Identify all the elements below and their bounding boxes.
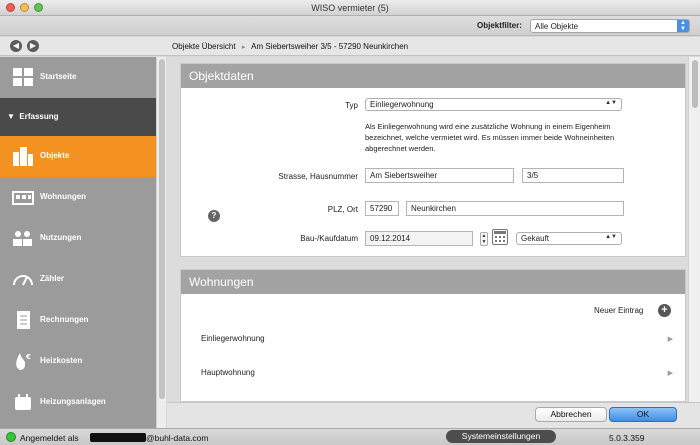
help-icon[interactable]: ? <box>208 210 220 222</box>
datum-input[interactable]: 09.12.2014 <box>365 231 473 246</box>
add-entry-icon[interactable]: + <box>658 304 671 317</box>
cancel-button[interactable]: Abbrechen <box>535 407 607 422</box>
breadcrumb-objects-overview[interactable]: Objekte Übersicht <box>172 42 236 51</box>
sidebar-item-label: Startseite <box>40 72 77 81</box>
ok-button[interactable]: OK <box>609 407 677 422</box>
sidebar-section-erfassung[interactable]: ▼ Erfassung <box>0 98 156 136</box>
select-arrows-icon: ▲▼ <box>605 100 617 106</box>
sidebar-scrollbar-thumb[interactable] <box>159 59 165 399</box>
select-arrows-icon: ▲▼ <box>677 20 689 32</box>
meter-icon <box>13 275 33 286</box>
user-domain: @buhl-data.com <box>146 433 209 443</box>
datum-stepper[interactable]: ▲ ▼ <box>480 232 488 246</box>
wohnungen-panel: Wohnungen Neuer Eintrag + Einliegerwohnu… <box>180 269 686 402</box>
sidebar-item-heizungsanlagen[interactable]: Heizungsanlagen <box>0 382 156 423</box>
calendar-grid-icon <box>494 231 506 242</box>
invoice-icon <box>17 311 30 329</box>
breadcrumb-separator-icon: ▸ <box>241 44 246 51</box>
sidebar-item-startseite[interactable]: Startseite <box>0 57 156 98</box>
status-bar: Angemeldet als @buhl-data.com Systemeins… <box>0 428 700 445</box>
main-scrollbar[interactable] <box>688 57 700 402</box>
forward-button[interactable]: ▶ <box>27 40 39 52</box>
typ-select[interactable]: Einliegerwohnung ▲▼ <box>365 98 622 111</box>
sidebar-item-heizkosten[interactable]: € Heizkosten <box>0 341 156 382</box>
list-item-label: Hauptwohnung <box>201 368 255 377</box>
object-filter-value: Alle Objekte <box>535 22 579 31</box>
list-item-label: Einliegerwohnung <box>201 334 265 343</box>
filter-bar: Objektfilter: Alle Objekte ▲ ▼ <box>0 16 700 36</box>
logged-in-label: Angemeldet als <box>20 433 79 443</box>
chevron-right-icon: ▶ <box>667 370 673 377</box>
sidebar-item-label: Rechnungen <box>40 315 89 324</box>
strasse-input[interactable]: Am Siebertsweiher <box>365 168 514 183</box>
object-filter-label: Objektfilter: <box>477 21 522 30</box>
list-item[interactable]: Einliegerwohnung ▶ <box>181 322 685 356</box>
sidebar-item-objekte[interactable]: Objekte <box>0 136 156 177</box>
chevron-right-icon: ▶ <box>667 336 673 343</box>
sidebar: Startseite ▼ Erfassung Objekte Wohnungen… <box>0 57 156 428</box>
sidebar-section-label: ▼ Erfassung <box>7 112 59 121</box>
plz-ort-label: PLZ, Ort <box>327 205 358 214</box>
title-bar: WISO vermieter (5) <box>0 0 700 16</box>
heater-icon <box>15 394 31 410</box>
sidebar-item-wohnungen[interactable]: Wohnungen <box>0 177 156 218</box>
sidebar-item-label: Zähler <box>40 274 65 283</box>
people-icon <box>13 231 32 246</box>
new-entry-label[interactable]: Neuer Eintrag <box>594 306 643 315</box>
panel-title: Wohnungen <box>181 270 685 294</box>
objektdaten-panel: Objektdaten Typ Einliegerwohnung ▲▼ Als … <box>180 63 686 257</box>
back-button[interactable]: ◀ <box>10 40 22 52</box>
erwerbsart-select-value: Gekauft <box>521 234 550 243</box>
object-filter-select[interactable]: Alle Objekte ▲ ▼ <box>530 19 690 33</box>
flame-euro-icon: € <box>16 353 31 370</box>
calendar-icon[interactable] <box>492 229 508 245</box>
sidebar-item-label: Objekte <box>40 151 70 160</box>
sidebar-item-rechnungen[interactable]: Rechnungen <box>0 300 156 341</box>
redacted-username <box>90 433 146 442</box>
version-label: 5.0.3.359 <box>609 433 645 443</box>
strasse-label: Strasse, Hausnummer <box>278 172 358 181</box>
sidebar-item-nutzungen[interactable]: Nutzungen <box>0 218 156 259</box>
typ-select-value: Einliegerwohnung <box>370 100 434 109</box>
dialog-button-bar: Abbrechen OK <box>167 402 700 428</box>
panel-title: Objektdaten <box>181 64 685 88</box>
dashboard-icon <box>13 68 33 86</box>
sidebar-item-label: Heizungsanlagen <box>40 397 106 406</box>
erwerbsart-select[interactable]: Gekauft ▲▼ <box>516 232 622 245</box>
system-settings-button[interactable]: Systemeinstellungen <box>446 430 556 443</box>
list-item[interactable]: Hauptwohnung ▶ <box>181 356 685 390</box>
apartment-icon <box>12 191 34 205</box>
buildings-icon <box>13 147 33 166</box>
breadcrumb-current-object: Am Siebertsweiher 3/5 - 57290 Neunkirche… <box>251 42 409 51</box>
window-title: WISO vermieter (5) <box>311 3 389 13</box>
sidebar-item-label: Heizkosten <box>40 356 83 365</box>
sidebar-scrollbar[interactable] <box>156 57 166 428</box>
sidebar-item-zaehler[interactable]: Zähler <box>0 259 156 300</box>
bau-kaufdatum-label: Bau-/Kaufdatum <box>300 234 358 243</box>
ort-input[interactable]: Neunkirchen <box>406 201 624 216</box>
hausnummer-input[interactable]: 3/5 <box>522 168 624 183</box>
breadcrumb: Objekte Übersicht ▸ Am Siebertsweiher 3/… <box>172 42 408 51</box>
sidebar-item-label: Wohnungen <box>40 192 87 201</box>
typ-description: Als Einliegerwohnung wird eine zusätzlic… <box>365 122 615 153</box>
typ-label: Typ <box>345 101 358 110</box>
online-status-icon <box>6 432 16 442</box>
select-arrows-icon: ▲▼ <box>605 234 617 240</box>
svg-text:€: € <box>25 353 31 361</box>
navigation-bar: ◀ ▶ Objekte Übersicht ▸ Am Siebertsweihe… <box>0 37 700 56</box>
main-content: Objektdaten Typ Einliegerwohnung ▲▼ Als … <box>167 57 700 402</box>
sidebar-item-label: Nutzungen <box>40 233 82 242</box>
plz-input[interactable]: 57290 <box>365 201 399 216</box>
main-scrollbar-thumb[interactable] <box>692 60 698 108</box>
